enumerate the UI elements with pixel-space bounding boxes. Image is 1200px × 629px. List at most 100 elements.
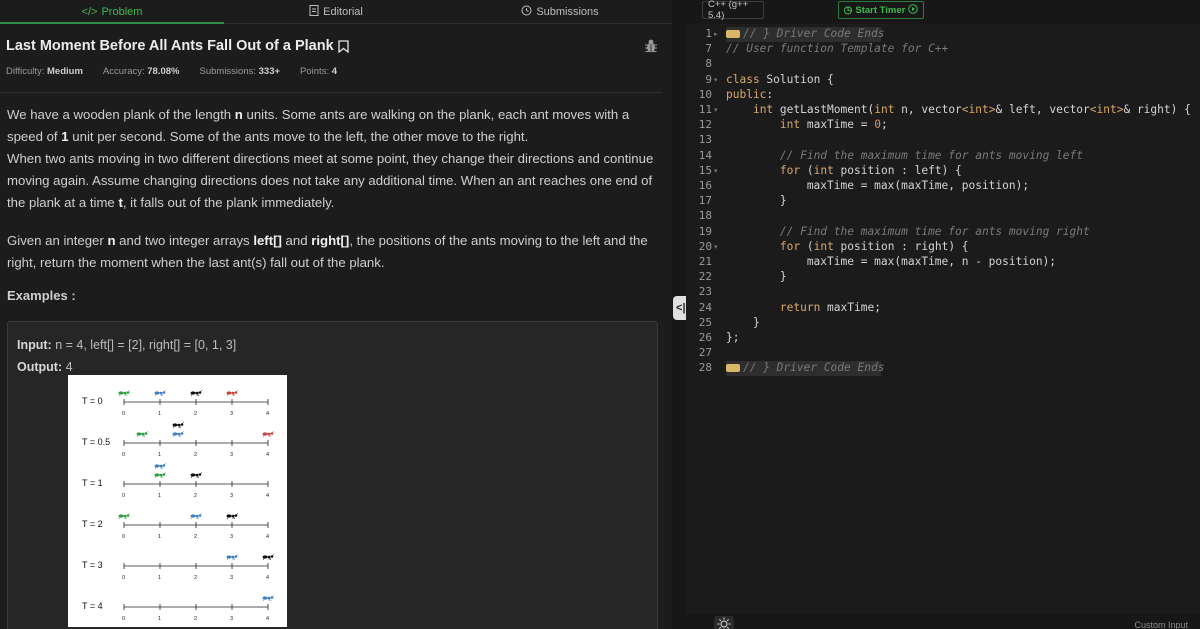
line-number: 28 xyxy=(698,361,712,375)
code-line: return maxTime; xyxy=(779,300,881,314)
ant-icon xyxy=(226,389,239,397)
fold-toggle-icon[interactable]: ▾ xyxy=(714,243,718,251)
tick-label: 1 xyxy=(158,534,161,540)
divider xyxy=(0,92,662,93)
language-select[interactable]: C++ (g++ 5.4) xyxy=(702,0,764,21)
tick-label: 4 xyxy=(266,534,269,540)
fold-toggle-icon[interactable]: ▸ xyxy=(714,30,718,38)
ant-icon xyxy=(154,389,167,397)
time-label: T = 2 xyxy=(82,519,103,529)
tick-label: 2 xyxy=(194,575,197,581)
tick-label: 4 xyxy=(266,452,269,458)
tick-label: 3 xyxy=(230,411,233,417)
line-number: 12 xyxy=(698,118,712,132)
code-line: } xyxy=(726,270,787,284)
tick-label: 1 xyxy=(158,452,161,458)
line-number: 23 xyxy=(698,285,712,299)
tab-label: Problem xyxy=(101,5,143,18)
ant-icon xyxy=(172,421,185,429)
editor-scrollbar[interactable] xyxy=(1194,24,1200,614)
tick-label: 3 xyxy=(230,452,233,458)
code-line: // User function Template for C++ xyxy=(726,42,949,56)
tick-label: 0 xyxy=(122,616,125,622)
accuracy-value: 78.08% xyxy=(147,66,180,77)
fold-toggle-icon[interactable]: ▾ xyxy=(714,76,718,84)
code-line: // Find the maximum time for ants moving… xyxy=(779,224,1090,238)
line-number: 18 xyxy=(698,209,712,223)
example-box: Input: n = 4, left[] = [2], right[] = [0… xyxy=(7,321,658,629)
code-line: for (int position : left) { xyxy=(779,163,962,177)
ant-icon xyxy=(190,389,203,397)
line-number: 25 xyxy=(698,315,712,329)
line-number: 9 xyxy=(705,72,712,86)
submissions-value: 333+ xyxy=(258,66,281,77)
tick-label: 4 xyxy=(266,616,269,622)
line-number: 8 xyxy=(705,57,712,71)
time-label: T = 0.5 xyxy=(82,437,110,447)
code-line: // Find the maximum time for ants moving… xyxy=(779,148,1083,162)
tab-submissions[interactable]: Submissions xyxy=(448,0,672,23)
tick-label: 1 xyxy=(158,493,161,499)
line-number: 19 xyxy=(698,224,712,238)
scrollbar[interactable] xyxy=(662,42,668,629)
theme-toggle-icon[interactable] xyxy=(714,616,734,629)
title-row: Last Moment Before All Ants Fall Out of … xyxy=(0,32,672,60)
ant-icon xyxy=(136,430,149,438)
line-number: 14 xyxy=(698,148,712,162)
bookmark-icon[interactable] xyxy=(337,39,349,53)
bug-report-icon[interactable] xyxy=(643,38,659,54)
tick-label: 2 xyxy=(194,452,197,458)
tick-label: 0 xyxy=(122,575,125,581)
tick-label: 3 xyxy=(230,616,233,622)
code-line: int maxTime = 0; xyxy=(779,118,888,132)
ant-icon xyxy=(262,430,275,438)
time-label: T = 0 xyxy=(82,396,103,406)
tick-label: 4 xyxy=(266,411,269,417)
tick-label: 2 xyxy=(194,493,197,499)
fold-toggle-icon[interactable]: ▾ xyxy=(714,106,718,114)
ant-icon xyxy=(190,512,203,520)
clock-icon xyxy=(521,5,532,19)
code-line: // } Driver Code Ends xyxy=(726,361,884,374)
line-number: 17 xyxy=(698,194,712,208)
code-line: // } Driver Code Ends xyxy=(726,27,884,40)
tick-label: 2 xyxy=(194,616,197,622)
tick-label: 4 xyxy=(266,575,269,581)
tab-problem[interactable]: </> Problem xyxy=(0,0,224,24)
problem-meta: Difficulty: Medium Accuracy: 78.08% Subm… xyxy=(6,66,337,77)
line-number: 22 xyxy=(698,270,712,284)
code-line: maxTime = max(maxTime, n - position); xyxy=(726,255,1057,268)
custom-input-toggle[interactable]: Custom Input xyxy=(1134,620,1188,629)
tab-editorial[interactable]: Editorial xyxy=(224,0,448,23)
ant-icon xyxy=(262,594,275,602)
line-number: 16 xyxy=(698,179,712,192)
points-meta: Points: 4 xyxy=(300,66,338,77)
line-number: 21 xyxy=(698,255,712,268)
line-number: 7 xyxy=(705,42,712,56)
code-line: int getLastMoment(int n, vector<int>& le… xyxy=(752,103,1191,116)
code-line: for (int position : right) { xyxy=(779,239,969,253)
code-editor[interactable]: 1 ▸ // } Driver Code Ends 7 // User function… xyxy=(686,24,1200,614)
tick-label: 4 xyxy=(266,493,269,499)
ant-icon xyxy=(154,471,167,479)
tick-label: 0 xyxy=(122,411,125,417)
tab-bar: </> Problem Editorial Submissions xyxy=(0,0,672,24)
line-number: 27 xyxy=(698,346,712,360)
time-label: T = 3 xyxy=(82,560,103,570)
code-line: maxTime = max(maxTime, position); xyxy=(726,179,1030,192)
problem-task: Given an integer n and two integer array… xyxy=(7,233,648,270)
tick-label: 3 xyxy=(230,493,233,499)
example-input: Input: n = 4, left[] = [2], right[] = [0… xyxy=(17,338,237,352)
fold-toggle-icon[interactable]: ▾ xyxy=(714,167,718,175)
start-timer-button[interactable]: ◷ Start Timer xyxy=(838,1,924,19)
code-line: } xyxy=(726,194,787,208)
tick-label: 3 xyxy=(230,575,233,581)
ants-diagram-image: T = 0 0 1 2 3 4 T = 0.5 0 1 2 3 4 T = 1 0 1 2 3 4 T = 2 0 1 2… xyxy=(68,375,287,627)
time-label: T = 4 xyxy=(82,601,103,611)
code-line: }; xyxy=(726,331,740,344)
problem-pane: </> Problem Editorial Submissions Last M… xyxy=(0,0,672,629)
submissions-meta: Submissions: 333+ xyxy=(199,66,281,77)
timer-label: Start Timer xyxy=(855,4,906,16)
tick-label: 3 xyxy=(230,534,233,540)
ant-icon xyxy=(154,462,167,470)
